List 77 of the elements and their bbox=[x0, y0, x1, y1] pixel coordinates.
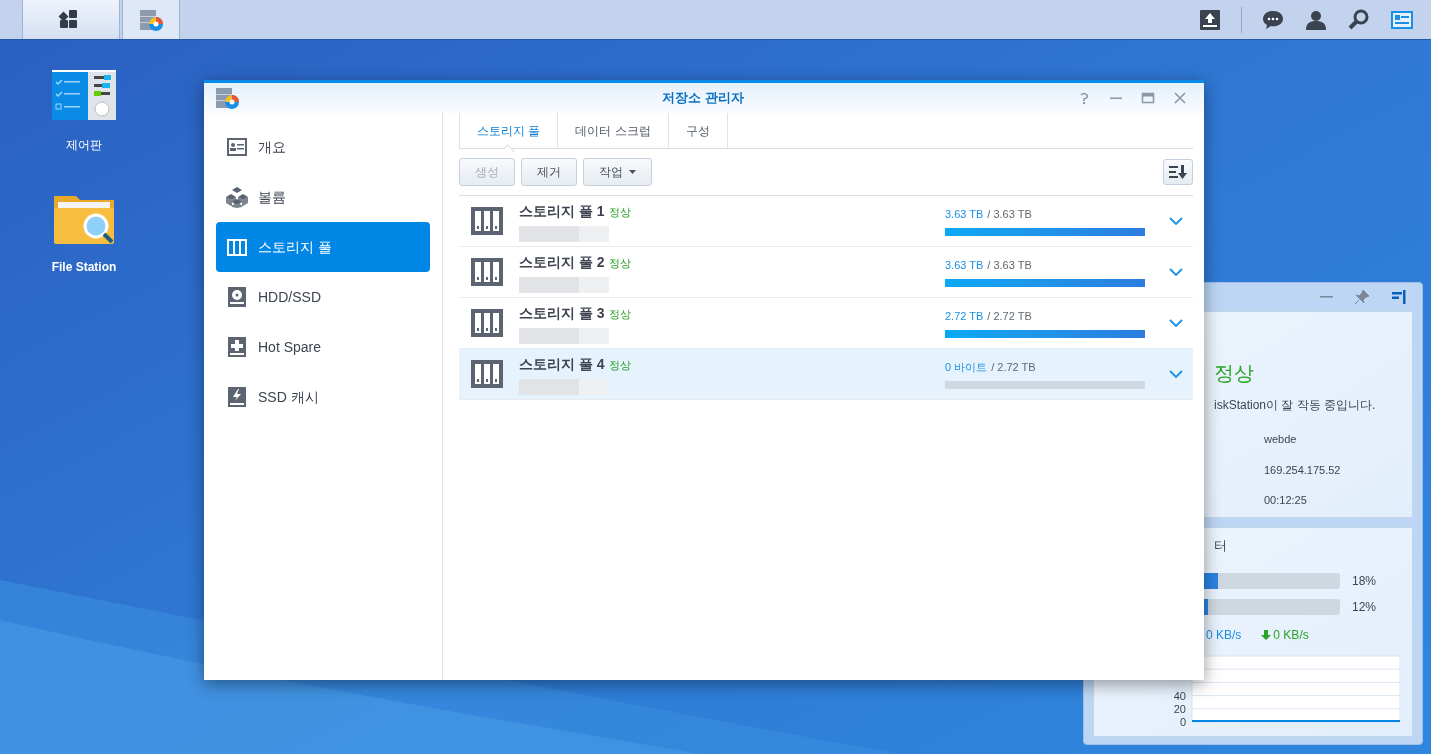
chevron-down-icon bbox=[1169, 217, 1183, 225]
sort-button[interactable] bbox=[1163, 159, 1193, 185]
total-capacity: / 3.63 TB bbox=[987, 257, 1032, 273]
expand-button[interactable] bbox=[1169, 214, 1183, 228]
tab[interactable]: 구성 bbox=[668, 113, 728, 148]
sidebar-item[interactable]: SSD 캐시 bbox=[216, 372, 430, 422]
maximize-icon bbox=[1141, 91, 1155, 105]
close-icon bbox=[1173, 91, 1187, 105]
desktop-icon-label[interactable]: File Station bbox=[51, 258, 117, 276]
sidebar-item[interactable]: Hot Spare bbox=[216, 322, 430, 372]
status-text: 정상 bbox=[608, 306, 631, 322]
chevron-down-icon bbox=[1169, 370, 1183, 378]
storage-pool-icon bbox=[471, 258, 503, 286]
info-value: 169.254.175.52 bbox=[1264, 462, 1342, 478]
sidebar-item[interactable]: 개요 bbox=[216, 122, 430, 172]
download-speed: 0 KB/s bbox=[1273, 626, 1309, 644]
status-text: 정상 bbox=[608, 255, 631, 271]
total-capacity: / 2.72 TB bbox=[991, 359, 1036, 375]
upload-speed: 0 KB/s bbox=[1206, 626, 1242, 644]
sidebar-item[interactable]: 스토리지 풀 bbox=[216, 222, 430, 272]
storage-pool-icon bbox=[471, 309, 503, 337]
storage-pool-icon bbox=[471, 360, 503, 388]
cache-icon bbox=[226, 386, 248, 408]
pool-name: 스토리지 풀 4 bbox=[519, 354, 605, 374]
sidebar-item[interactable]: HDD/SSD bbox=[216, 272, 430, 322]
upload-button[interactable] bbox=[1198, 7, 1222, 32]
used-capacity: 2.72 TB bbox=[945, 308, 984, 324]
meter-reading: 12% bbox=[1352, 598, 1377, 616]
pool-name: 스토리지 풀 1 bbox=[519, 201, 605, 221]
total-capacity: / 3.63 TB bbox=[987, 206, 1032, 222]
volume-icon bbox=[226, 186, 248, 208]
info-value: 00:12:25 bbox=[1264, 493, 1308, 508]
status-text: 정상 bbox=[608, 204, 631, 220]
search-icon bbox=[1347, 7, 1371, 32]
pool-name: 스토리지 풀 2 bbox=[519, 252, 605, 272]
status-message: iskStation이 잘 작동 중입니다. bbox=[1214, 397, 1377, 414]
axis-tick-label: 20 bbox=[1173, 702, 1186, 715]
expand-button[interactable] bbox=[1169, 367, 1183, 381]
storage-pool-icon bbox=[471, 207, 503, 235]
meter-reading: 18% bbox=[1352, 572, 1377, 590]
chevron-down-icon bbox=[1169, 319, 1183, 327]
pool-name: 스토리지 풀 3 bbox=[519, 303, 605, 323]
status-text: 정상 bbox=[1214, 361, 1255, 386]
used-capacity: 3.63 TB bbox=[945, 206, 984, 222]
tab[interactable]: 데이터 스크럽 bbox=[558, 113, 669, 148]
arrow-down-icon bbox=[1261, 629, 1272, 640]
axis-tick-label: 40 bbox=[1173, 689, 1186, 702]
maximize-button[interactable] bbox=[1140, 90, 1156, 106]
close-button[interactable] bbox=[1172, 90, 1188, 106]
widget-menu-icon[interactable] bbox=[1390, 290, 1406, 304]
sort-icon bbox=[1169, 165, 1187, 179]
chevron-down-icon bbox=[1169, 268, 1183, 276]
spare-icon bbox=[226, 336, 248, 358]
pin-icon[interactable] bbox=[1354, 289, 1370, 305]
card-title: 터 bbox=[1214, 537, 1228, 555]
total-capacity: / 2.72 TB bbox=[987, 308, 1032, 324]
used-capacity: 0 바이트 bbox=[945, 359, 988, 375]
pool-row[interactable]: 스토리지 풀 4 정상 0 바이트 / 2.72 TB bbox=[459, 349, 1193, 400]
toolbar-button[interactable]: 작업 bbox=[583, 158, 652, 186]
status-text: 정상 bbox=[608, 357, 631, 373]
pool-icon bbox=[226, 236, 248, 258]
expand-button[interactable] bbox=[1169, 316, 1183, 330]
expand-button[interactable] bbox=[1169, 265, 1183, 279]
desktop-icon-label[interactable]: 제어판 bbox=[66, 136, 102, 154]
storage-app-icon bbox=[214, 85, 240, 111]
caret-icon bbox=[629, 170, 636, 174]
axis-tick-label: 0 bbox=[1179, 715, 1186, 726]
overview-icon bbox=[226, 136, 248, 158]
info-value: webde bbox=[1264, 432, 1298, 447]
toolbar-button[interactable]: 제거 bbox=[521, 158, 577, 186]
minimize-icon bbox=[1109, 97, 1123, 99]
search-button[interactable] bbox=[1347, 7, 1371, 32]
window-title: 저장소 관리자 bbox=[662, 89, 744, 108]
sidebar-item[interactable]: 볼륨 bbox=[216, 172, 430, 222]
upload-icon bbox=[1198, 7, 1222, 32]
used-capacity: 3.63 TB bbox=[945, 257, 984, 273]
taskbar-button[interactable] bbox=[22, 0, 120, 39]
